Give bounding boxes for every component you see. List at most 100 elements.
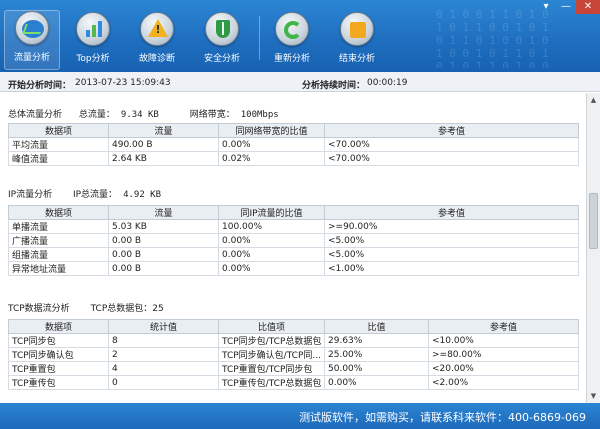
column-header: 参考值 bbox=[428, 319, 579, 334]
table-cell: 广播流量 bbox=[8, 233, 109, 248]
table-row[interactable]: 广播流量 0.00 B 0.00% <5.00% bbox=[8, 233, 579, 248]
table-cell: 2 bbox=[108, 347, 219, 362]
table-cell: 0.00% bbox=[218, 261, 325, 276]
end-analysis-button[interactable]: 结束分析 bbox=[329, 12, 385, 68]
column-header: 同IP流量的比值 bbox=[218, 205, 325, 220]
table-cell: 5.03 KB bbox=[108, 219, 219, 234]
table-cell: TCP重置包/TCP同步包 bbox=[218, 361, 325, 376]
column-header: 同网络带宽的比值 bbox=[218, 123, 325, 138]
table-cell: TCP重置包 bbox=[8, 361, 109, 376]
table-cell: 4 bbox=[108, 361, 219, 376]
bar-chart-icon bbox=[76, 12, 110, 46]
table-row[interactable]: 峰值流量 2.64 KB 0.02% <70.00% bbox=[8, 151, 579, 166]
main-toolbar: 0 1 0 0 1 1 0 1 0 1 0 1 1 0 0 1 0 1 0 1 … bbox=[0, 0, 600, 72]
table-cell: <70.00% bbox=[324, 137, 579, 152]
table-row[interactable]: 平均流量 490.00 B 0.00% <70.00% bbox=[8, 137, 579, 152]
trial-notice: 测试版软件，如需购买，请联系科来软件：400-6869-069 bbox=[299, 411, 586, 424]
security-analysis-button[interactable]: 安全分析 bbox=[194, 12, 250, 68]
table-row[interactable]: TCP同步包 8 TCP同步包/TCP总数据包 29.63% <10.00% bbox=[8, 333, 579, 348]
table-cell: TCP同步确认包 bbox=[8, 347, 109, 362]
warning-icon: ! bbox=[140, 12, 174, 46]
traffic-analysis-label: 流量分析 bbox=[13, 53, 50, 63]
traffic-analysis-button[interactable]: 流量分析 bbox=[4, 10, 60, 70]
table-cell: >=90.00% bbox=[324, 219, 579, 234]
close-button[interactable]: ✕ bbox=[576, 0, 600, 14]
toolbar-separator bbox=[259, 16, 260, 60]
vertical-scrollbar[interactable]: ▲ ▼ bbox=[586, 93, 600, 403]
table-cell: TCP重传包 bbox=[8, 375, 109, 390]
column-header: 数据项 bbox=[8, 123, 109, 138]
table-cell: 异常地址流量 bbox=[8, 261, 109, 276]
table-cell: <5.00% bbox=[324, 247, 579, 262]
traffic-graph-icon bbox=[15, 11, 49, 45]
table-cell: <1.00% bbox=[324, 261, 579, 276]
table-cell: 25.00% bbox=[324, 347, 429, 362]
table-cell: <5.00% bbox=[324, 233, 579, 248]
table-cell: 0.00% bbox=[218, 233, 325, 248]
table-cell: TCP同步确认包/TCP同... bbox=[218, 347, 325, 362]
table-cell: 50.00% bbox=[324, 361, 429, 376]
tcp-stream-table: 数据项 统计值 比值项 比值 参考值 TCP同步包 8 TCP同步包/TCP总数… bbox=[8, 319, 579, 390]
start-time-value: 2013-07-23 15:09:43 bbox=[75, 78, 171, 88]
column-header: 比值 bbox=[324, 319, 429, 334]
analysis-report: 总体流量分析 总流量： 9.34 KB 网络带宽： 100Mbps 数据项 流量 同… bbox=[0, 93, 586, 403]
table-cell: 29.63% bbox=[324, 333, 429, 348]
column-header: 流量 bbox=[108, 205, 219, 220]
table-cell: <2.00% bbox=[428, 375, 579, 390]
table-row[interactable]: TCP重传包 0 TCP重传包/TCP总数据包 0.00% <2.00% bbox=[8, 375, 579, 390]
overall-section-title: 总体流量分析 总流量： 9.34 KB 网络带宽： 100Mbps bbox=[8, 110, 279, 120]
table-row[interactable]: 组播流量 0.00 B 0.00% <5.00% bbox=[8, 247, 579, 262]
column-header: 比值项 bbox=[218, 319, 325, 334]
table-cell: >=80.00% bbox=[428, 347, 579, 362]
table-cell: <20.00% bbox=[428, 361, 579, 376]
maximize-button[interactable]: — bbox=[556, 0, 576, 14]
ip-traffic-table: 数据项 流量 同IP流量的比值 参考值 单播流量 5.03 KB 100.00%… bbox=[8, 205, 579, 276]
table-cell: 组播流量 bbox=[8, 247, 109, 262]
shield-icon bbox=[205, 12, 239, 46]
stop-icon bbox=[340, 12, 374, 46]
table-cell: TCP同步包/TCP总数据包 bbox=[218, 333, 325, 348]
table-cell: 单播流量 bbox=[8, 219, 109, 234]
table-cell: 0.00 B bbox=[108, 233, 219, 248]
column-header: 参考值 bbox=[324, 123, 579, 138]
table-row[interactable]: 异常地址流量 0.00 B 0.00% <1.00% bbox=[8, 261, 579, 276]
column-header: 数据项 bbox=[8, 319, 109, 334]
table-row[interactable]: TCP重置包 4 TCP重置包/TCP同步包 50.00% <20.00% bbox=[8, 361, 579, 376]
table-cell: TCP重传包/TCP总数据包 bbox=[218, 375, 325, 390]
fault-diagnosis-label: 故障诊断 bbox=[138, 54, 175, 64]
table-cell: 0.00% bbox=[324, 375, 429, 390]
tcp-section-title: TCP数据流分析 TCP总数据包：25 bbox=[8, 304, 164, 314]
table-cell: <10.00% bbox=[428, 333, 579, 348]
duration-label: 分析持续时间： bbox=[302, 81, 366, 91]
ip-section-title: IP流量分析 IP总流量： 4.92 KB bbox=[8, 190, 161, 200]
column-header: 统计值 bbox=[108, 319, 219, 334]
reanalyze-button[interactable]: 重新分析 bbox=[264, 12, 320, 68]
security-analysis-label: 安全分析 bbox=[203, 54, 240, 64]
table-cell: 100.00% bbox=[218, 219, 325, 234]
table-cell: 峰值流量 bbox=[8, 151, 109, 166]
top-analysis-button[interactable]: Top分析 bbox=[65, 12, 121, 68]
table-cell: 490.00 B bbox=[108, 137, 219, 152]
binary-background-decoration: 0 1 0 0 1 1 0 1 0 1 0 1 1 0 0 1 0 1 0 1 … bbox=[436, 8, 549, 68]
minimize-button[interactable]: ▾ bbox=[536, 0, 556, 14]
refresh-icon bbox=[275, 12, 309, 46]
column-header: 数据项 bbox=[8, 205, 109, 220]
scroll-up-arrow-icon[interactable]: ▲ bbox=[587, 93, 600, 107]
table-cell: 8 bbox=[108, 333, 219, 348]
scrollbar-thumb[interactable] bbox=[589, 193, 598, 249]
table-cell: 0.00% bbox=[218, 247, 325, 262]
table-cell: 0 bbox=[108, 375, 219, 390]
table-cell: 0.00 B bbox=[108, 261, 219, 276]
table-row[interactable]: TCP同步确认包 2 TCP同步确认包/TCP同... 25.00% >=80.… bbox=[8, 347, 579, 362]
table-row[interactable]: 单播流量 5.03 KB 100.00% >=90.00% bbox=[8, 219, 579, 234]
scroll-down-arrow-icon[interactable]: ▼ bbox=[587, 389, 600, 403]
column-header: 流量 bbox=[108, 123, 219, 138]
table-cell: 0.00 B bbox=[108, 247, 219, 262]
fault-diagnosis-button[interactable]: ! 故障诊断 bbox=[129, 12, 185, 68]
reanalyze-label: 重新分析 bbox=[273, 54, 310, 64]
column-header: 参考值 bbox=[324, 205, 579, 220]
table-cell: 0.02% bbox=[218, 151, 325, 166]
status-bar: 测试版软件，如需购买，请联系科来软件：400-6869-069 bbox=[0, 403, 600, 429]
analysis-info-bar: 开始分析时间： 2013-07-23 15:09:43 分析持续时间： 00:0… bbox=[0, 72, 600, 92]
duration-value: 00:00:19 bbox=[367, 78, 408, 88]
